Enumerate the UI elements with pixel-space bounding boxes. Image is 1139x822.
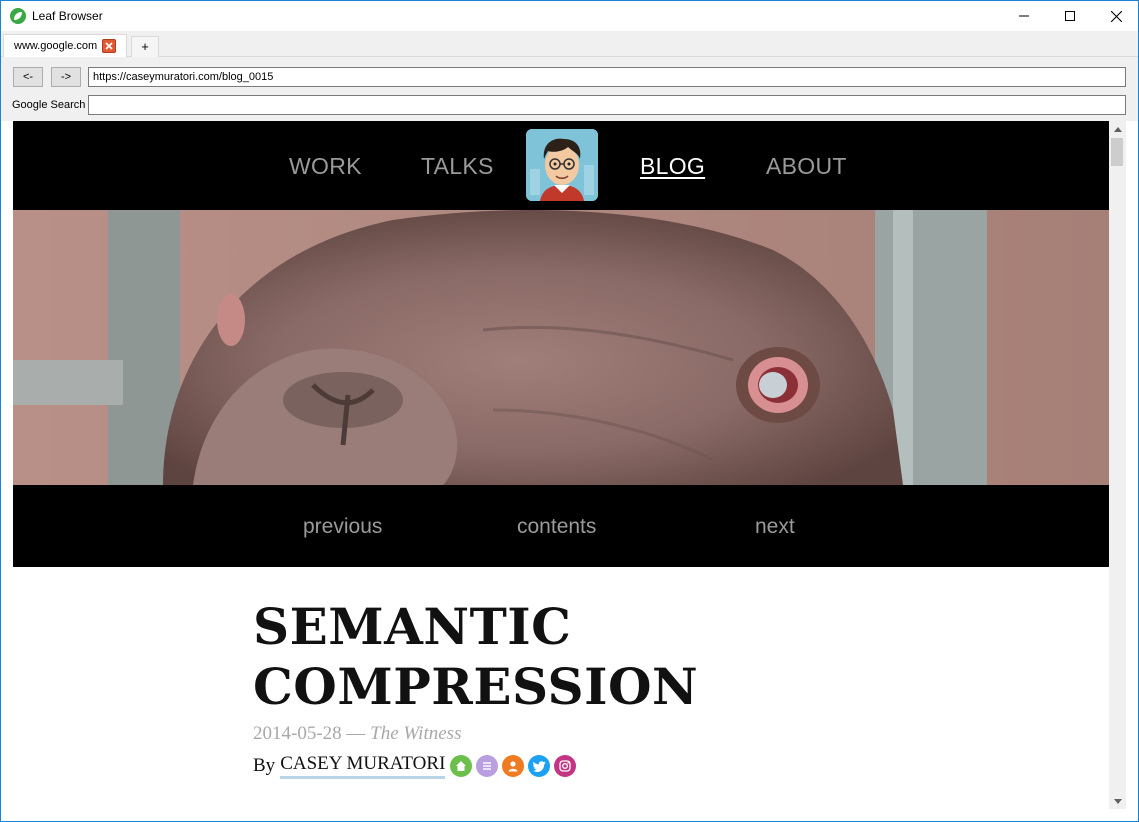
post-navigation: previous contents next	[13, 485, 1109, 567]
meta-separator: —	[346, 723, 366, 744]
google-search-input[interactable]	[88, 95, 1126, 115]
title-bar: Leaf Browser	[1, 1, 1138, 31]
site-header-nav: WORK TALKS BLOG ABOUT	[13, 121, 1109, 210]
contents-link[interactable]: contents	[517, 515, 596, 539]
byline: By CASEY MURATORI	[253, 753, 577, 779]
article-title: SEMANTIC COMPRESSION	[253, 597, 699, 716]
tab-google[interactable]: www.google.com	[3, 34, 127, 57]
byline-by: By	[253, 755, 276, 776]
home-icon[interactable]	[450, 755, 473, 777]
nav-link-talks[interactable]: TALKS	[421, 153, 494, 180]
url-input[interactable]	[88, 67, 1126, 87]
article-meta: 2014-05-28 — The Witness	[253, 723, 461, 745]
next-post-link[interactable]: next	[755, 515, 795, 539]
maximize-button[interactable]	[1047, 1, 1093, 31]
back-button[interactable]: <-	[13, 67, 43, 87]
scroll-down-arrow-icon[interactable]	[1109, 793, 1126, 809]
browser-window: Leaf Browser www.google.com + <- -> Goog…	[0, 0, 1139, 822]
forward-button[interactable]: ->	[51, 67, 81, 87]
blog-list-icon[interactable]	[476, 755, 499, 777]
minimize-button[interactable]	[1001, 1, 1047, 31]
tab-label: www.google.com	[14, 40, 98, 52]
window-title: Leaf Browser	[32, 9, 103, 23]
author-link[interactable]: CASEY MURATORI	[280, 753, 446, 779]
leaf-app-icon	[10, 8, 26, 24]
page-scrollbar[interactable]	[1109, 121, 1126, 809]
tab-close-icon[interactable]	[102, 39, 116, 53]
previous-post-link[interactable]: previous	[303, 515, 382, 539]
article-date: 2014-05-28	[253, 723, 342, 744]
scroll-thumb[interactable]	[1111, 138, 1123, 166]
hero-walrus-image	[13, 210, 1109, 485]
toolbar: <- -> Google Search	[1, 57, 1138, 121]
profile-icon[interactable]	[502, 755, 525, 777]
nav-link-work[interactable]: WORK	[289, 153, 362, 180]
close-window-button[interactable]	[1093, 1, 1138, 31]
tab-strip: www.google.com +	[1, 31, 1138, 57]
twitter-icon[interactable]	[528, 755, 551, 777]
social-icons	[450, 755, 577, 777]
nav-link-about[interactable]: ABOUT	[766, 153, 847, 180]
search-label: Google Search	[12, 99, 86, 111]
nav-link-blog[interactable]: BLOG	[640, 153, 705, 180]
instagram-icon[interactable]	[554, 755, 577, 777]
scroll-up-arrow-icon[interactable]	[1109, 121, 1126, 137]
page-viewport: WORK TALKS BLOG ABOUT previous contents …	[13, 121, 1109, 821]
article-project[interactable]: The Witness	[370, 723, 461, 744]
new-tab-button[interactable]: +	[131, 36, 159, 57]
author-avatar[interactable]	[526, 129, 598, 201]
